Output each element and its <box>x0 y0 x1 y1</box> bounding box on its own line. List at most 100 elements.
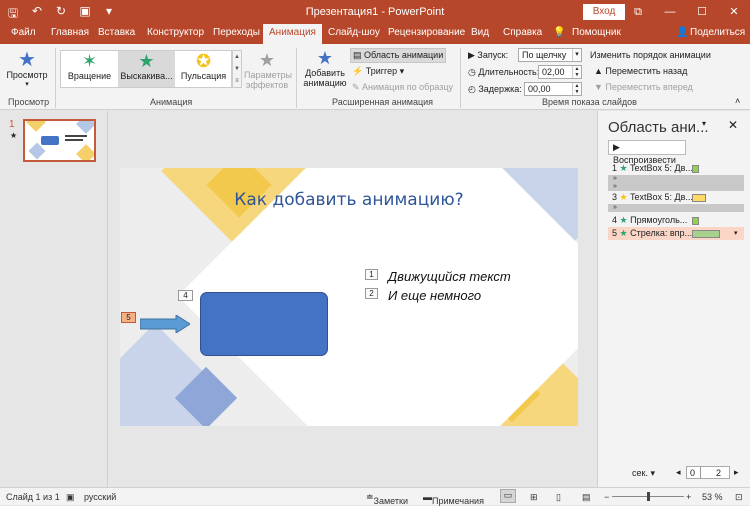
slideshow-view-icon[interactable]: ▤ <box>582 492 591 503</box>
move-back-button[interactable]: ▲ Переместить назад <box>594 66 687 76</box>
login-button[interactable]: Вход <box>583 4 625 20</box>
list-item[interactable]: 1 ★ TextBox 5: Дв... <box>608 162 744 175</box>
timer-icon: ◴ <box>468 84 479 94</box>
list-item-selected[interactable]: 5 ★ Стрелка: впр... ▾ <box>608 227 744 240</box>
maximize-icon[interactable]: ☐ <box>686 0 718 24</box>
anim-tag-2[interactable]: 2 <box>365 288 378 299</box>
scale-left-icon[interactable]: ◂ <box>676 467 681 478</box>
timing-bar <box>692 194 706 202</box>
separator <box>460 48 461 108</box>
animation-list: 1 ★ TextBox 5: Дв... » » 3 ★ TextBox 5: … <box>608 162 744 240</box>
tab-home[interactable]: Главная <box>51 27 89 38</box>
slide-title[interactable]: Как добавить анимацию? <box>120 190 578 210</box>
comments-button[interactable]: ▬ Примечания <box>423 492 484 506</box>
close-pane-icon[interactable]: ✕ <box>728 118 738 132</box>
blue-rectangle[interactable] <box>200 292 328 356</box>
thumb-decor-shape <box>28 142 46 160</box>
zoom-in-icon[interactable]: + <box>686 492 691 502</box>
bullet-text-1[interactable]: Движущийся текст <box>388 269 511 284</box>
trigger-expander[interactable]: » <box>608 204 744 212</box>
redo-icon[interactable]: ↻ <box>54 4 68 25</box>
animation-painter-button[interactable]: ✎ Анимация по образцу <box>352 82 453 93</box>
gallery-item-spin[interactable]: ✶ Вращение <box>61 51 118 87</box>
play-icon: ▶ <box>613 142 620 152</box>
reading-view-icon[interactable]: ▯ <box>556 492 561 503</box>
animation-pane-button[interactable]: ▤ Область анимации <box>350 48 447 63</box>
slide-sorter-icon[interactable]: ⊞ <box>530 492 538 503</box>
save-icon[interactable]: 🖫 <box>6 4 20 25</box>
share-button[interactable]: Поделиться <box>690 27 745 38</box>
zoom-level[interactable]: 53 % <box>702 492 723 502</box>
slide-counter: Слайд 1 из 1 <box>6 492 60 502</box>
anim-tag-arrow[interactable]: 5 <box>121 312 136 323</box>
tab-review[interactable]: Рецензирование <box>388 27 465 38</box>
effect-star-icon: ★ <box>619 192 628 202</box>
tab-transitions[interactable]: Переходы <box>213 27 260 38</box>
group-label-timing: Время показа слайдов <box>542 97 637 107</box>
popup-star-icon: ★ <box>138 51 155 71</box>
customize-icon[interactable]: ▾ <box>102 4 116 25</box>
gallery-item-pulse[interactable]: ✪ Пульсация <box>175 51 232 87</box>
bullet-text-2[interactable]: И еще немного <box>388 288 481 303</box>
gallery-item-popup[interactable]: ★ Выскакива... <box>118 51 175 87</box>
tab-view[interactable]: Вид <box>471 27 489 38</box>
tab-slideshow[interactable]: Слайд-шоу <box>328 27 380 38</box>
timing-bar <box>692 217 699 225</box>
language-label[interactable]: русский <box>84 492 116 502</box>
delay-field[interactable]: 00,00 ▲ ▼ <box>524 82 582 96</box>
animation-gallery: ✶ Вращение ★ Выскакива... ✪ Пульсация <box>60 50 232 88</box>
anim-tag-rect[interactable]: 4 <box>178 290 193 301</box>
tab-insert[interactable]: Вставка <box>98 27 135 38</box>
close-icon[interactable]: ✕ <box>718 0 750 24</box>
list-item[interactable]: 4 ★ Прямоуголь... <box>608 214 744 227</box>
trigger-button[interactable]: ⚡ Триггер ▾ <box>352 66 404 77</box>
minimize-icon[interactable]: — <box>654 0 686 24</box>
slide-number: 1 <box>9 119 15 130</box>
duration-stepper[interactable]: ▲ ▼ <box>572 66 581 78</box>
zoom-slider-thumb[interactable] <box>647 492 650 501</box>
undo-icon[interactable]: ↶ <box>30 4 44 25</box>
start-label: ▶ Запуск: <box>468 50 509 60</box>
scale-right-icon[interactable]: ▸ <box>734 467 739 478</box>
fit-slide-icon[interactable]: ⊡ <box>735 492 743 503</box>
quick-access-toolbar: 🖫 ↶ ↻ ▣ ▾ <box>6 4 116 25</box>
right-arrow-shape[interactable] <box>140 315 190 333</box>
tab-file[interactable]: Файл <box>11 27 36 38</box>
slide-thumbnail[interactable] <box>23 119 96 162</box>
zoom-out-icon[interactable]: − <box>604 492 609 502</box>
preview-button[interactable]: ★ Просмотр ▾ <box>6 50 48 88</box>
tab-help[interactable]: Справка <box>503 27 542 38</box>
tab-design[interactable]: Конструктор <box>147 27 204 38</box>
trigger-expander[interactable]: » <box>608 183 744 191</box>
slideshow-icon[interactable]: ▣ <box>78 4 92 25</box>
duration-field[interactable]: 02,00 ▲ ▼ <box>538 65 582 79</box>
notes-button[interactable]: ≐ Заметки <box>366 492 408 506</box>
effect-star-icon: ★ <box>619 163 628 173</box>
anim-tag-1[interactable]: 1 <box>365 269 378 280</box>
time-scale[interactable]: 0 2 <box>686 466 730 479</box>
seconds-dropdown[interactable]: сек. ▾ <box>632 468 655 479</box>
add-animation-button[interactable]: ★ Добавить анимацию <box>302 48 348 88</box>
tab-tell-me[interactable]: Помощник <box>572 27 621 38</box>
delay-stepper[interactable]: ▲ ▼ <box>572 83 581 95</box>
thumb-text-line <box>65 135 87 137</box>
preview-star-icon: ★ <box>18 49 36 71</box>
normal-view-icon[interactable]: ▭ <box>500 489 516 503</box>
timing-bar <box>692 165 699 173</box>
play-button[interactable]: ▶ Воспроизвести <box>608 140 686 165</box>
pane-icon: ▤ <box>353 50 365 60</box>
list-item[interactable]: 3 ★ TextBox 5: Дв... <box>608 191 744 204</box>
ribbon-display-icon[interactable]: ⧉ <box>622 0 654 24</box>
chevron-down-icon[interactable]: ▾ <box>734 227 738 240</box>
spellcheck-icon[interactable]: ▣ <box>66 492 75 503</box>
effect-params-button[interactable]: ★ Параметры эффектов <box>244 50 292 90</box>
ribbon-tabs: Файл Главная Вставка Конструктор Переход… <box>0 24 750 44</box>
trigger-expander[interactable]: » <box>608 175 744 183</box>
start-dropdown[interactable]: По щелчку ▾ <box>518 48 582 62</box>
collapse-ribbon-icon[interactable]: ˄ <box>735 96 740 106</box>
slide[interactable]: Как добавить анимацию? 1 Движущийся текс… <box>120 168 578 426</box>
tab-animations[interactable]: Анимация <box>263 24 322 44</box>
move-forward-button[interactable]: ▼ Переместить вперед <box>594 82 693 92</box>
pane-options-icon[interactable]: ▾ <box>702 119 706 128</box>
gallery-scroll[interactable]: ▲ ▼ ≡ <box>232 50 242 88</box>
